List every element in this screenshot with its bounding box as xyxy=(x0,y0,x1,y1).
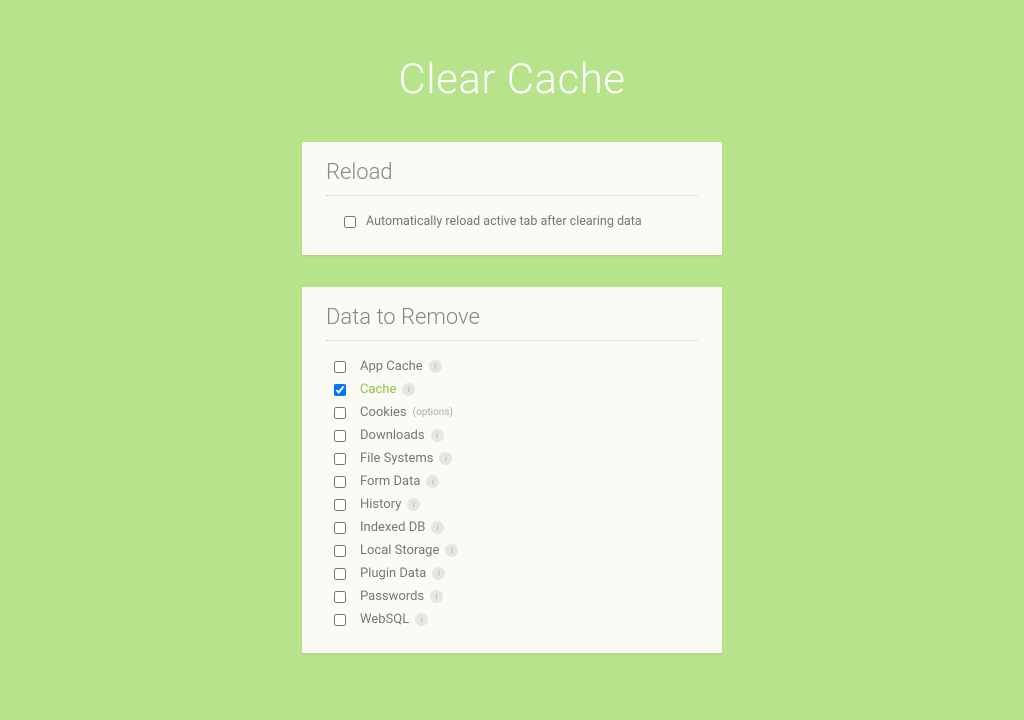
info-icon[interactable]: i xyxy=(431,429,444,442)
data-item-label[interactable]: Form Data xyxy=(360,474,420,489)
info-icon[interactable]: i xyxy=(426,475,439,488)
data-item-checkbox[interactable] xyxy=(334,499,346,511)
header: .logo svg:first-child { display:none; } … xyxy=(0,0,1024,122)
list-item: File Systems i xyxy=(334,447,698,470)
data-item-checkbox[interactable] xyxy=(334,591,346,603)
info-icon[interactable]: i xyxy=(430,590,443,603)
data-section-title: Data to Remove xyxy=(326,305,698,341)
data-item-checkbox[interactable] xyxy=(334,476,346,488)
data-item-label[interactable]: History xyxy=(360,497,401,512)
list-item: Cookies (options) xyxy=(334,401,698,424)
reload-card: Reload Automatically reload active tab a… xyxy=(302,142,722,255)
info-icon[interactable]: i xyxy=(445,544,458,557)
reload-section-title: Reload xyxy=(326,160,698,196)
data-item-label[interactable]: App Cache xyxy=(360,359,423,374)
data-item-checkbox[interactable] xyxy=(334,614,346,626)
options-link[interactable]: (options) xyxy=(413,407,453,418)
auto-reload-label[interactable]: Automatically reload active tab after cl… xyxy=(366,214,642,229)
data-item-checkbox[interactable] xyxy=(334,522,346,534)
data-item-label[interactable]: Local Storage xyxy=(360,543,439,558)
data-item-label[interactable]: Indexed DB xyxy=(360,520,425,535)
data-item-label[interactable]: WebSQL xyxy=(360,612,409,627)
data-item-checkbox[interactable] xyxy=(334,361,346,373)
auto-reload-option: Automatically reload active tab after cl… xyxy=(326,210,698,233)
data-item-checkbox[interactable] xyxy=(334,568,346,580)
list-item: History i xyxy=(334,493,698,516)
info-icon[interactable]: i xyxy=(429,360,442,373)
info-icon[interactable]: i xyxy=(431,521,444,534)
data-item-label[interactable]: Downloads xyxy=(360,428,425,443)
list-item: Passwords i xyxy=(334,585,698,608)
info-icon[interactable]: i xyxy=(402,383,415,396)
data-to-remove-card: Data to Remove App CacheiCacheiCookies(o… xyxy=(302,287,722,653)
list-item: Local Storage i xyxy=(334,539,698,562)
info-icon[interactable]: i xyxy=(415,613,428,626)
data-item-label[interactable]: Passwords xyxy=(360,589,424,604)
page-title: Clear Cache xyxy=(0,55,1024,104)
list-item: Downloads i xyxy=(334,424,698,447)
data-item-checkbox[interactable] xyxy=(334,545,346,557)
info-icon[interactable]: i xyxy=(407,498,420,511)
list-item: Form Data i xyxy=(334,470,698,493)
data-item-label[interactable]: Cache xyxy=(360,382,396,397)
data-item-checkbox[interactable] xyxy=(334,384,346,396)
info-icon[interactable]: i xyxy=(432,567,445,580)
info-icon[interactable]: i xyxy=(439,452,452,465)
list-item: Indexed DB i xyxy=(334,516,698,539)
data-remove-list: App CacheiCacheiCookies(options)Download… xyxy=(326,355,698,631)
data-item-checkbox[interactable] xyxy=(334,407,346,419)
list-item: App Cache i xyxy=(334,355,698,378)
data-item-label[interactable]: Plugin Data xyxy=(360,566,426,581)
list-item: WebSQL i xyxy=(334,608,698,631)
data-item-checkbox[interactable] xyxy=(334,430,346,442)
data-item-label[interactable]: Cookies xyxy=(360,405,407,420)
list-item: Cachei xyxy=(334,378,698,401)
list-item: Plugin Data i xyxy=(334,562,698,585)
auto-reload-checkbox[interactable] xyxy=(344,216,356,228)
data-item-label[interactable]: File Systems xyxy=(360,451,433,466)
data-item-checkbox[interactable] xyxy=(334,453,346,465)
